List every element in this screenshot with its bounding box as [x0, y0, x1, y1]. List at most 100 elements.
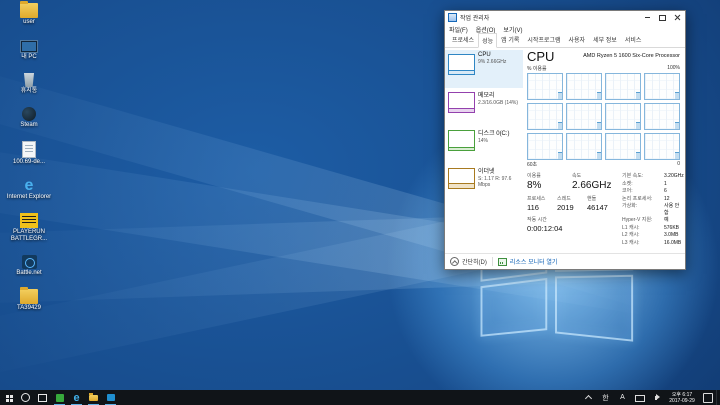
sidebar-item-cpu[interactable]: CPU 9% 2.66GHz — [445, 50, 523, 88]
detail-base-speed: 기본 속도:3.20GHz — [622, 173, 684, 180]
detail-logical-processors: 논리 프로세서:12 — [622, 196, 684, 203]
show-desktop-button[interactable] — [716, 390, 720, 405]
desktop-icon-label: Internet Explorer — [4, 194, 54, 201]
maximize-button[interactable] — [655, 11, 670, 24]
task-view-icon — [38, 394, 47, 402]
cpu-core-graph — [644, 133, 680, 160]
fewer-details-label: 간단히(D) — [462, 257, 487, 266]
maximize-icon — [659, 15, 666, 21]
sidebar-item-detail: 14% — [478, 138, 510, 144]
taskbar-app-edge[interactable]: e — [68, 390, 85, 405]
tab-services[interactable]: 서비스 — [621, 32, 646, 47]
steam-icon — [22, 107, 36, 121]
graph-label-100pct: 100% — [667, 65, 680, 72]
utilization-label: 이용률 — [527, 172, 572, 179]
network-tray-button[interactable] — [631, 390, 648, 405]
ime-a-label: A — [620, 394, 625, 401]
close-button[interactable] — [670, 11, 685, 24]
taskbar-app-file-explorer[interactable] — [85, 390, 102, 405]
cpu-details-list: 기본 속도:3.20GHz 소켓:1 코어:6 논리 프로세서:12 가상화:사 — [622, 172, 684, 253]
performance-sidebar: CPU 9% 2.66GHz 메모리 2.3/16.0GB (14%) 디스크 … — [445, 48, 523, 253]
desktop-icons: user 내 PC 휴지통 Steam 100.69-de... e Inter… — [2, 3, 56, 312]
cortana-search-button[interactable] — [17, 390, 34, 405]
speaker-icon — [655, 396, 657, 400]
minimize-button[interactable] — [640, 11, 655, 24]
detail-l3-cache: L3 캐시:16.0MB — [622, 240, 684, 247]
window-controls — [640, 11, 685, 24]
desktop-icon-recycle-bin[interactable]: 휴지통 — [2, 73, 56, 95]
fewer-details-button[interactable]: 간단히(D) — [450, 257, 487, 266]
cpu-core-graph — [566, 103, 602, 130]
performance-tab-body: CPU 9% 2.66GHz 메모리 2.3/16.0GB (14%) 디스크 … — [445, 48, 685, 253]
sidebar-item-name: 디스크 0(C:) — [478, 128, 510, 137]
detail-hyperv: Hyper-V 지원:예 — [622, 217, 684, 224]
desktop-icon-pubg[interactable]: PLAYERUN BATTLEGR... — [2, 213, 56, 243]
cpu-core-graph — [527, 103, 563, 130]
title-bar[interactable]: 작업 관리자 — [445, 11, 685, 24]
threads-value: 2019 — [557, 203, 587, 212]
processes-value: 116 — [527, 203, 557, 212]
desktop-icon-this-pc[interactable]: 내 PC — [2, 38, 56, 61]
cpu-panel: CPU AMD Ryzen 5 1600 Six-Core Processor … — [523, 48, 685, 253]
taskbar-app-store[interactable] — [102, 390, 119, 405]
desktop-icon-label: Battle.net — [4, 270, 54, 277]
ie-e-glyph: e — [20, 178, 38, 193]
cpu-core-graph — [605, 103, 641, 130]
cpu-core-graph — [644, 73, 680, 100]
sidebar-item-detail: 2.3/16.0GB (14%) — [478, 100, 518, 106]
windows-logo-icon — [6, 395, 9, 398]
volume-tray-button[interactable] — [648, 390, 665, 405]
sidebar-item-name: 이더넷 — [478, 166, 521, 175]
cpu-core-graph — [527, 133, 563, 160]
desktop-icon-steam[interactable]: Steam — [2, 107, 56, 129]
desktop-screen: user 내 PC 휴지통 Steam 100.69-de... e Inter… — [0, 0, 720, 405]
desktop-icon-label: TA39429 — [4, 305, 54, 312]
ethernet-mini-graph — [448, 168, 475, 189]
speed-value: 2.66GHz — [572, 180, 617, 191]
graph-label-0: 0 — [677, 161, 680, 168]
tab-processes[interactable]: 프로세스 — [448, 32, 478, 47]
internet-explorer-icon: e — [20, 178, 38, 193]
open-resource-monitor-link[interactable]: 리소스 모니터 열기 — [498, 257, 558, 266]
desktop-icon-internet-explorer[interactable]: e Internet Explorer — [2, 178, 56, 201]
sidebar-item-ethernet[interactable]: 이더넷 S: 1.17 R: 97.6 Mbps — [445, 164, 523, 202]
window-title: 작업 관리자 — [460, 13, 640, 22]
edge-icon: e — [73, 393, 79, 403]
tab-performance[interactable]: 성능 — [478, 33, 497, 48]
task-manager-footer: 간단히(D) 리소스 모니터 열기 — [445, 253, 685, 269]
memory-mini-graph — [448, 92, 475, 113]
sidebar-item-memory[interactable]: 메모리 2.3/16.0GB (14%) — [445, 88, 523, 126]
taskbar-clock[interactable]: 오후 6:17 2017-09-29 — [665, 390, 699, 405]
cpu-stats: 이용률 8% 속도 2.66GHz 프로세스 116 — [527, 172, 680, 253]
task-manager-icon — [448, 13, 457, 22]
ime-han-indicator[interactable]: 한 — [597, 390, 614, 405]
desktop-icon-label: 휴지통 — [4, 88, 54, 95]
start-button[interactable] — [0, 390, 17, 405]
desktop-icon-battlenet[interactable]: Battle.net — [2, 255, 56, 277]
logical-processor-graphs — [527, 73, 680, 160]
detail-sockets: 소켓:1 — [622, 181, 684, 188]
tab-details[interactable]: 세부 정보 — [589, 32, 621, 47]
task-view-button[interactable] — [34, 390, 51, 405]
chevron-up-icon — [585, 395, 592, 402]
taskbar-app-green[interactable] — [51, 390, 68, 405]
sidebar-item-disk0[interactable]: 디스크 0(C:) 14% — [445, 126, 523, 164]
sidebar-item-detail: S: 1.17 R: 97.6 Mbps — [478, 176, 521, 188]
threads-label: 스레드 — [557, 195, 587, 202]
tab-app-history[interactable]: 앱 기록 — [497, 32, 523, 47]
cpu-core-graph — [605, 73, 641, 100]
clock-date: 2017-09-29 — [665, 398, 699, 404]
desktop-icon-label: user — [4, 19, 54, 26]
desktop-icon-file[interactable]: 100.69-de... — [2, 141, 56, 166]
desktop-icon-folder-ta39429[interactable]: TA39429 — [2, 289, 56, 312]
tray-expand-button[interactable] — [580, 390, 597, 405]
resource-monitor-label: 리소스 모니터 열기 — [510, 257, 558, 266]
cpu-core-graph — [605, 133, 641, 160]
action-center-button[interactable] — [699, 390, 716, 405]
tab-startup[interactable]: 시작프로그램 — [523, 32, 564, 47]
minimize-icon — [645, 17, 650, 18]
tab-users[interactable]: 사용자 — [565, 32, 590, 47]
cpu-core-graph — [644, 103, 680, 130]
desktop-icon-user[interactable]: user — [2, 3, 56, 26]
ime-a-indicator[interactable]: A — [614, 390, 631, 405]
